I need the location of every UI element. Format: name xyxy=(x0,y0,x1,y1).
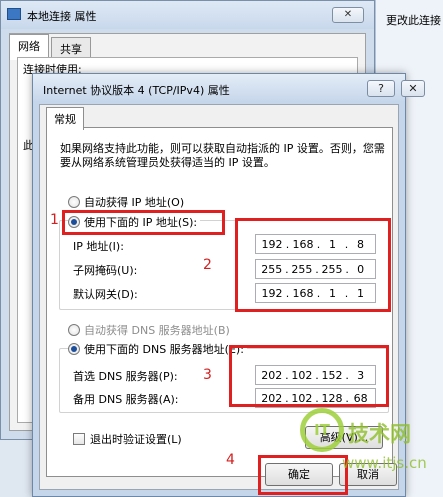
alternate-dns-label: 备用 DNS 服务器(A): xyxy=(73,393,179,406)
preferred-dns-input[interactable]: 202. 102. 152. 3 xyxy=(255,365,376,385)
mask-octet-3: 255 xyxy=(321,262,343,276)
default-gateway-label: 默认网关(D): xyxy=(73,288,138,301)
step-4-marker: 4 xyxy=(226,452,235,468)
manual-dns-label: 使用下面的 DNS 服务器地址(E): xyxy=(84,343,244,356)
ip-address-input[interactable]: 192. 168. 1. 8 xyxy=(255,234,376,254)
pdns-octet-4: 3 xyxy=(357,368,365,382)
ip-address-label: IP 地址(I): xyxy=(73,240,124,253)
pdns-octet-3: 152 xyxy=(321,368,343,382)
watermark-url: www.itjs.cn xyxy=(342,454,427,472)
adns-octet-3: 128 xyxy=(321,391,343,405)
radio-auto-dns-indicator xyxy=(68,324,80,336)
dialog-title: Internet 协议版本 4 (TCP/IPv4) 属性 xyxy=(43,84,230,97)
ip-octet-2: 168 xyxy=(292,237,314,251)
gw-octet-2: 168 xyxy=(292,286,314,300)
adns-octet-4: 68 xyxy=(353,391,368,405)
pdns-octet-2: 102 xyxy=(291,368,313,382)
watermark: IT 技术网 www.itjs.cn xyxy=(300,404,443,494)
help-button[interactable]: ? xyxy=(367,80,395,97)
radio-auto-ip-indicator xyxy=(68,196,80,208)
dialog-close-button[interactable]: ✕ xyxy=(401,80,425,97)
ip-octet-3: 1 xyxy=(329,237,336,251)
radio-manual-dns-indicator xyxy=(68,343,80,355)
preferred-dns-label: 首选 DNS 服务器(P): xyxy=(73,370,178,383)
default-gateway-input[interactable]: 192. 168. 1. 1 xyxy=(255,283,376,303)
background-close-button[interactable]: ✕ xyxy=(332,7,364,23)
checkbox-indicator xyxy=(73,433,85,445)
gw-octet-1: 192 xyxy=(261,286,283,300)
ip-octet-4: 8 xyxy=(357,237,364,251)
step-2-marker: 2 xyxy=(203,257,212,273)
manual-ip-radio[interactable]: 使用下面的 IP 地址(S): xyxy=(68,214,201,230)
adns-octet-1: 202 xyxy=(261,391,283,405)
mask-octet-4: 0 xyxy=(357,262,365,276)
validate-on-exit-label: 退出时验证设置(L) xyxy=(90,433,182,446)
subnet-mask-input[interactable]: 255. 255. 255. 0 xyxy=(255,259,376,279)
watermark-logo: IT xyxy=(300,408,344,452)
radio-manual-ip-indicator xyxy=(68,216,80,228)
manual-ip-label: 使用下面的 IP 地址(S): xyxy=(84,216,198,229)
auto-dns-radio[interactable]: 自动获得 DNS 服务器地址(B) xyxy=(68,322,230,338)
validate-on-exit-checkbox[interactable]: 退出时验证设置(L) xyxy=(73,431,182,447)
auto-dns-label: 自动获得 DNS 服务器地址(B) xyxy=(84,324,230,337)
dialog-titlebar: Internet 协议版本 4 (TCP/IPv4) 属性 ? ✕ xyxy=(33,74,425,102)
mask-octet-2: 255 xyxy=(291,262,313,276)
adns-octet-2: 102 xyxy=(291,391,313,405)
auto-ip-label: 自动获得 IP 地址(O) xyxy=(84,196,185,209)
ip-octet-1: 192 xyxy=(261,237,283,251)
background-titlebar: 本地连接 属性 ✕ xyxy=(1,1,374,29)
mask-octet-1: 255 xyxy=(261,262,283,276)
watermark-text: 技术网 xyxy=(348,422,411,446)
background-window-title: 本地连接 属性 xyxy=(27,10,97,23)
pdns-octet-1: 202 xyxy=(261,368,283,382)
auto-ip-radio[interactable]: 自动获得 IP 地址(O) xyxy=(68,194,184,210)
network-connection-icon xyxy=(7,8,21,20)
gw-octet-3: 1 xyxy=(329,286,336,300)
step-3-marker: 3 xyxy=(203,367,212,383)
subnet-mask-label: 子网掩码(U): xyxy=(73,264,138,277)
tab-general[interactable]: 常规 xyxy=(46,107,84,130)
description-text: 如果网络支持此功能，则可以获取自动指派的 IP 设置。否则，您需要从网络系统管理… xyxy=(60,142,385,169)
step-1-marker: 1 xyxy=(50,212,59,228)
gw-octet-4: 1 xyxy=(357,286,364,300)
manual-dns-radio[interactable]: 使用下面的 DNS 服务器地址(E): xyxy=(68,341,247,357)
change-connection-link[interactable]: 更改此连接 xyxy=(386,12,441,28)
